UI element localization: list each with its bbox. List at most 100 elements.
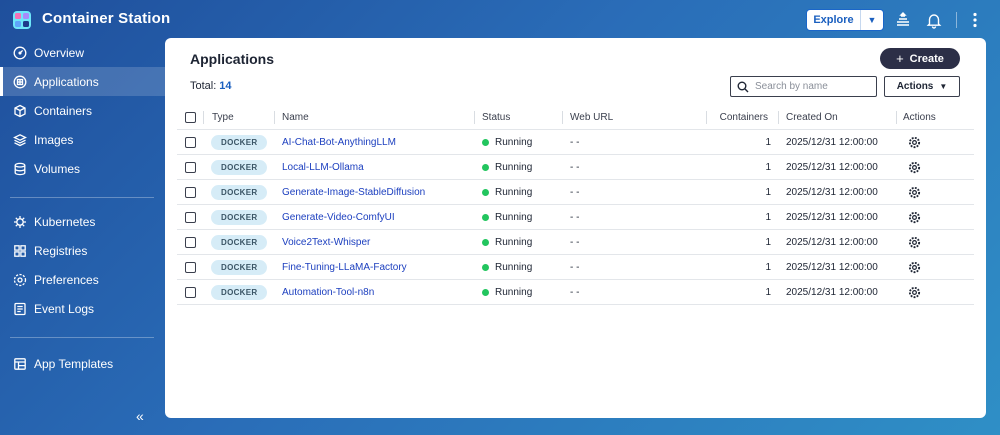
name-cell[interactable]: Generate-Image-StableDiffusion bbox=[282, 180, 425, 205]
select-all-checkbox[interactable] bbox=[185, 112, 196, 123]
sidebar-item-volumes[interactable]: Volumes bbox=[0, 154, 165, 183]
sidebar-item-containers[interactable]: Containers bbox=[0, 96, 165, 125]
gear-icon[interactable] bbox=[908, 186, 921, 199]
explore-button[interactable]: Explore ▼ bbox=[806, 9, 884, 31]
type-badge: DOCKER bbox=[211, 285, 268, 300]
table-row[interactable]: DOCKER Generate-Image-StableDiffusion Ru… bbox=[177, 180, 974, 205]
row-checkbox-cell[interactable] bbox=[185, 230, 196, 255]
name-cell[interactable]: Automation-Tool-n8n bbox=[282, 280, 374, 305]
name-cell[interactable]: Generate-Video-ComfyUI bbox=[282, 205, 395, 230]
row-actions-cell[interactable] bbox=[908, 230, 921, 255]
row-actions-cell[interactable] bbox=[908, 205, 921, 230]
gear-icon[interactable] bbox=[908, 211, 921, 224]
column-header-status[interactable]: Status bbox=[482, 105, 510, 130]
sidebar-item-event-logs[interactable]: Event Logs bbox=[0, 294, 165, 323]
top-bar: Container Station Explore ▼ bbox=[0, 0, 1000, 40]
stack-icon[interactable] bbox=[894, 11, 912, 29]
sidebar-item-label: Registries bbox=[34, 243, 88, 258]
gear-icon[interactable] bbox=[908, 161, 921, 174]
gear-icon[interactable] bbox=[908, 286, 921, 299]
table-row[interactable]: DOCKER AI-Chat-Bot-AnythingLLM Running -… bbox=[177, 130, 974, 155]
bell-icon[interactable] bbox=[925, 11, 943, 29]
table-row[interactable]: DOCKER Fine-Tuning-LLaMA-Factory Running… bbox=[177, 255, 974, 280]
status-dot bbox=[482, 189, 489, 196]
sidebar-item-images[interactable]: Images bbox=[0, 125, 165, 154]
column-header-created-on[interactable]: Created On bbox=[786, 105, 838, 130]
column-header-type[interactable]: Type bbox=[212, 105, 234, 130]
row-checkbox[interactable] bbox=[185, 287, 196, 298]
layers-icon bbox=[13, 133, 27, 146]
created-on-cell: 2025/12/31 12:00:00 bbox=[786, 162, 878, 173]
sidebar-item-registries[interactable]: Registries bbox=[0, 236, 165, 265]
plus-icon: + bbox=[896, 51, 904, 66]
search-input[interactable] bbox=[755, 81, 870, 92]
name-cell[interactable]: Fine-Tuning-LLaMA-Factory bbox=[282, 255, 407, 280]
sidebar-item-app-templates[interactable]: App Templates bbox=[0, 349, 165, 378]
app-name-link[interactable]: Voice2Text-Whisper bbox=[282, 237, 370, 248]
row-checkbox[interactable] bbox=[185, 262, 196, 273]
app-name-link[interactable]: Fine-Tuning-LLaMA-Factory bbox=[282, 262, 407, 273]
gear-icon[interactable] bbox=[908, 261, 921, 274]
sidebar-item-kubernetes[interactable]: Kubernetes bbox=[0, 207, 165, 236]
row-checkbox[interactable] bbox=[185, 237, 196, 248]
column-divider bbox=[474, 111, 475, 124]
row-checkbox-cell[interactable] bbox=[185, 255, 196, 280]
row-checkbox-cell[interactable] bbox=[185, 180, 196, 205]
status-text: Running bbox=[495, 137, 533, 148]
row-actions-cell[interactable] bbox=[908, 130, 921, 155]
sidebar-item-label: Containers bbox=[34, 103, 93, 118]
row-checkbox-cell[interactable] bbox=[185, 130, 196, 155]
search-box[interactable] bbox=[730, 76, 877, 97]
name-cell[interactable]: Local-LLM-Ollama bbox=[282, 155, 364, 180]
app-name-link[interactable]: Generate-Video-ComfyUI bbox=[282, 212, 395, 223]
app-name-link[interactable]: Automation-Tool-n8n bbox=[282, 287, 374, 298]
create-button[interactable]: + Create bbox=[880, 48, 960, 69]
column-header-containers[interactable]: Containers bbox=[710, 105, 768, 130]
table-row[interactable]: DOCKER Voice2Text-Whisper Running - - 1 … bbox=[177, 230, 974, 255]
row-actions-cell[interactable] bbox=[908, 280, 921, 305]
sidebar-item-overview[interactable]: Overview bbox=[0, 38, 165, 67]
status-dot bbox=[482, 289, 489, 296]
gear-icon[interactable] bbox=[908, 136, 921, 149]
actions-dropdown[interactable]: Actions ▼ bbox=[884, 76, 960, 97]
explore-label[interactable]: Explore bbox=[807, 10, 861, 30]
name-cell[interactable]: Voice2Text-Whisper bbox=[282, 230, 370, 255]
row-checkbox-cell[interactable] bbox=[185, 205, 196, 230]
row-checkbox[interactable] bbox=[185, 162, 196, 173]
app-name-link[interactable]: AI-Chat-Bot-AnythingLLM bbox=[282, 137, 396, 148]
sidebar-divider bbox=[10, 337, 154, 338]
row-actions-cell[interactable] bbox=[908, 155, 921, 180]
type-cell: DOCKER bbox=[211, 255, 268, 280]
row-checkbox-cell[interactable] bbox=[185, 155, 196, 180]
row-checkbox-cell[interactable] bbox=[185, 280, 196, 305]
containers-cell: 1 bbox=[765, 212, 771, 223]
column-header-web-url[interactable]: Web URL bbox=[570, 105, 613, 130]
total-label: Total: bbox=[190, 80, 217, 92]
app-name-link[interactable]: Generate-Image-StableDiffusion bbox=[282, 187, 425, 198]
more-vertical-icon[interactable] bbox=[966, 11, 984, 29]
dashboard-icon bbox=[13, 46, 27, 59]
name-cell[interactable]: AI-Chat-Bot-AnythingLLM bbox=[282, 130, 396, 155]
table-row[interactable]: DOCKER Generate-Video-ComfyUI Running - … bbox=[177, 205, 974, 230]
status-cell: Running bbox=[482, 155, 532, 180]
row-checkbox[interactable] bbox=[185, 212, 196, 223]
gear-icon[interactable] bbox=[908, 236, 921, 249]
containers-cell: 1 bbox=[765, 137, 771, 148]
select-all-checkbox-cell[interactable] bbox=[185, 105, 196, 130]
column-header-name[interactable]: Name bbox=[282, 105, 309, 130]
table-row[interactable]: DOCKER Automation-Tool-n8n Running - - 1… bbox=[177, 280, 974, 305]
row-actions-cell[interactable] bbox=[908, 255, 921, 280]
row-checkbox[interactable] bbox=[185, 137, 196, 148]
status-cell: Running bbox=[482, 255, 532, 280]
chevron-down-icon[interactable]: ▼ bbox=[861, 10, 883, 30]
row-checkbox[interactable] bbox=[185, 187, 196, 198]
table-row[interactable]: DOCKER Local-LLM-Ollama Running - - 1 20… bbox=[177, 155, 974, 180]
collapse-sidebar-icon[interactable]: « bbox=[136, 408, 152, 424]
app-name-link[interactable]: Local-LLM-Ollama bbox=[282, 162, 364, 173]
status-cell: Running bbox=[482, 180, 532, 205]
created-on-cell: 2025/12/31 12:00:00 bbox=[786, 212, 878, 223]
sidebar-item-preferences[interactable]: Preferences bbox=[0, 265, 165, 294]
sidebar-item-applications[interactable]: Applications bbox=[0, 67, 165, 96]
row-actions-cell[interactable] bbox=[908, 180, 921, 205]
applications-panel: Applications + Create Total:14 Actions ▼… bbox=[165, 38, 986, 418]
